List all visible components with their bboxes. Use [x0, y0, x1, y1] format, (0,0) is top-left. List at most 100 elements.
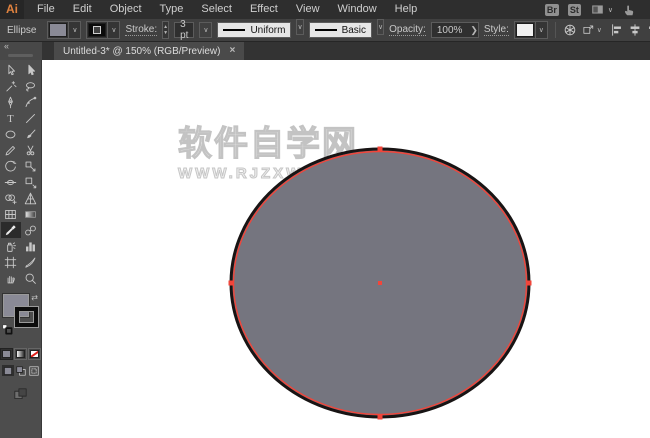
align-left-icon[interactable] [609, 22, 626, 39]
collapse-panel-icon[interactable]: « [4, 42, 9, 51]
pen-tool[interactable] [1, 94, 21, 110]
chevron-right-icon[interactable]: ❯ [470, 25, 478, 36]
brush-value: Basic [341, 24, 367, 36]
menu-bar: Ai File Edit Object Type Select Effect View Win… [0, 0, 650, 19]
app-logo: Ai [0, 0, 24, 19]
menu-select[interactable]: Select [192, 0, 241, 19]
draw-inside-button[interactable] [28, 365, 40, 376]
touch-workspace-icon[interactable] [622, 3, 636, 17]
rotate-tool[interactable] [1, 158, 21, 174]
stroke-weight-stepper[interactable]: ▲ ▼ [162, 21, 170, 39]
menu-view[interactable]: View [287, 0, 329, 19]
menu-effect[interactable]: Effect [241, 0, 287, 19]
draw-normal-button[interactable] [1, 365, 14, 376]
symbol-sprayer-tool[interactable] [1, 238, 21, 254]
tool-grid: T [0, 60, 41, 286]
document-tab[interactable]: Untitled-3* @ 150% (RGB/Preview) × [54, 42, 245, 60]
scale-tool[interactable] [21, 158, 41, 174]
menu-edit[interactable]: Edit [64, 0, 101, 19]
graphic-style-dropdown[interactable] [513, 21, 548, 39]
shape-builder-tool[interactable] [1, 190, 21, 206]
panel-grip[interactable] [8, 54, 33, 57]
width-tool[interactable] [1, 174, 21, 190]
transform-menu-icon[interactable] [582, 22, 602, 39]
curvature-tool[interactable] [21, 94, 41, 110]
chevron-down-icon[interactable] [68, 22, 80, 38]
recolor-artwork-icon[interactable] [563, 22, 577, 39]
anchor-point[interactable] [377, 414, 383, 420]
anchor-point[interactable] [377, 146, 383, 152]
align-buttons [609, 22, 650, 39]
chevron-down-icon[interactable] [296, 19, 304, 35]
artboard-tool[interactable] [1, 254, 21, 270]
document-tab-title: Untitled-3* @ 150% (RGB/Preview) [63, 45, 221, 57]
draw-behind-button[interactable] [15, 365, 27, 376]
hand-tool[interactable] [1, 270, 21, 286]
pencil-tool[interactable] [1, 142, 21, 158]
brush-definition-dropdown[interactable]: Basic [308, 22, 373, 38]
menu-file[interactable]: File [28, 0, 64, 19]
graphic-style-swatch[interactable] [515, 23, 534, 37]
stroke-panel-link[interactable]: Stroke: [125, 24, 158, 36]
stroke-weight-value[interactable]: 3 pt [174, 19, 195, 41]
chevron-down-icon[interactable] [199, 22, 213, 38]
chevron-down-icon[interactable] [377, 19, 385, 35]
brush-preview [314, 29, 337, 31]
direct-selection-tool[interactable] [21, 62, 41, 78]
selection-tool[interactable] [1, 62, 21, 78]
width-profile-dropdown[interactable]: Uniform [217, 22, 292, 38]
arrange-documents-icon[interactable] [590, 3, 613, 16]
svg-text:T: T [7, 114, 14, 125]
stroke-swatch[interactable] [15, 307, 38, 327]
center-point[interactable] [378, 281, 382, 285]
paintbrush-tool[interactable] [21, 126, 41, 142]
style-panel-link[interactable]: Style: [483, 24, 509, 36]
column-graph-tool[interactable] [21, 238, 41, 254]
stroke-weight-dropdown[interactable] [199, 22, 213, 38]
control-bar: Ellipse Stroke: ▲▼ 3 pt Uniform Basic Op… [0, 19, 650, 42]
magic-wand-tool[interactable] [1, 78, 21, 94]
color-button[interactable] [0, 348, 13, 360]
zoom-tool[interactable] [21, 270, 41, 286]
none-button[interactable] [28, 348, 41, 360]
perspective-grid-tool[interactable] [21, 190, 41, 206]
gradient-tool[interactable] [21, 206, 41, 222]
menu-type[interactable]: Type [151, 0, 193, 19]
illustrator-window: Ai File Edit Object Type Select Effect View Win… [0, 0, 650, 438]
fill-color-dropdown[interactable] [47, 21, 82, 39]
stock-button[interactable]: St [567, 3, 581, 16]
lasso-tool[interactable] [21, 78, 41, 94]
type-tool[interactable]: T [1, 110, 21, 126]
eyedropper-tool[interactable] [0, 222, 21, 238]
close-tab-icon[interactable]: × [229, 46, 235, 56]
chevron-down-icon[interactable] [534, 22, 547, 38]
menu-object[interactable]: Object [101, 0, 151, 19]
menubar-right-icons: Br St [544, 3, 650, 17]
align-center-icon[interactable] [627, 22, 644, 39]
menu-window[interactable]: Window [329, 0, 386, 19]
opacity-value[interactable]: 100% ❯ [430, 22, 479, 38]
stroke-color-swatch[interactable] [88, 23, 107, 37]
line-segment-tool[interactable] [21, 110, 41, 126]
gradient-button[interactable] [14, 348, 27, 360]
screen-mode-button[interactable] [0, 388, 41, 401]
anchor-point[interactable] [228, 280, 234, 286]
blend-tool[interactable] [21, 222, 41, 238]
align-right-icon[interactable] [645, 22, 650, 39]
artboard-canvas[interactable]: 软件自学网 WWW.RJZXW.COM [42, 60, 650, 438]
bridge-button[interactable]: Br [544, 3, 559, 16]
anchor-point[interactable] [526, 280, 532, 286]
mesh-tool[interactable] [1, 206, 21, 222]
fill-color-swatch[interactable] [49, 23, 68, 37]
stroke-color-dropdown[interactable] [86, 21, 121, 39]
slice-tool[interactable] [21, 254, 41, 270]
default-fill-stroke-icon[interactable] [2, 322, 13, 340]
opacity-panel-link[interactable]: Opacity: [389, 24, 426, 36]
menu-help[interactable]: Help [386, 0, 427, 19]
ellipse-tool[interactable] [1, 126, 21, 142]
chevron-down-icon[interactable] [107, 22, 119, 38]
swap-fill-stroke-icon[interactable]: ⇄ [31, 293, 38, 302]
free-transform-tool[interactable] [21, 174, 41, 190]
scissors-tool[interactable] [21, 142, 41, 158]
tools-panel-header: « [0, 42, 42, 60]
